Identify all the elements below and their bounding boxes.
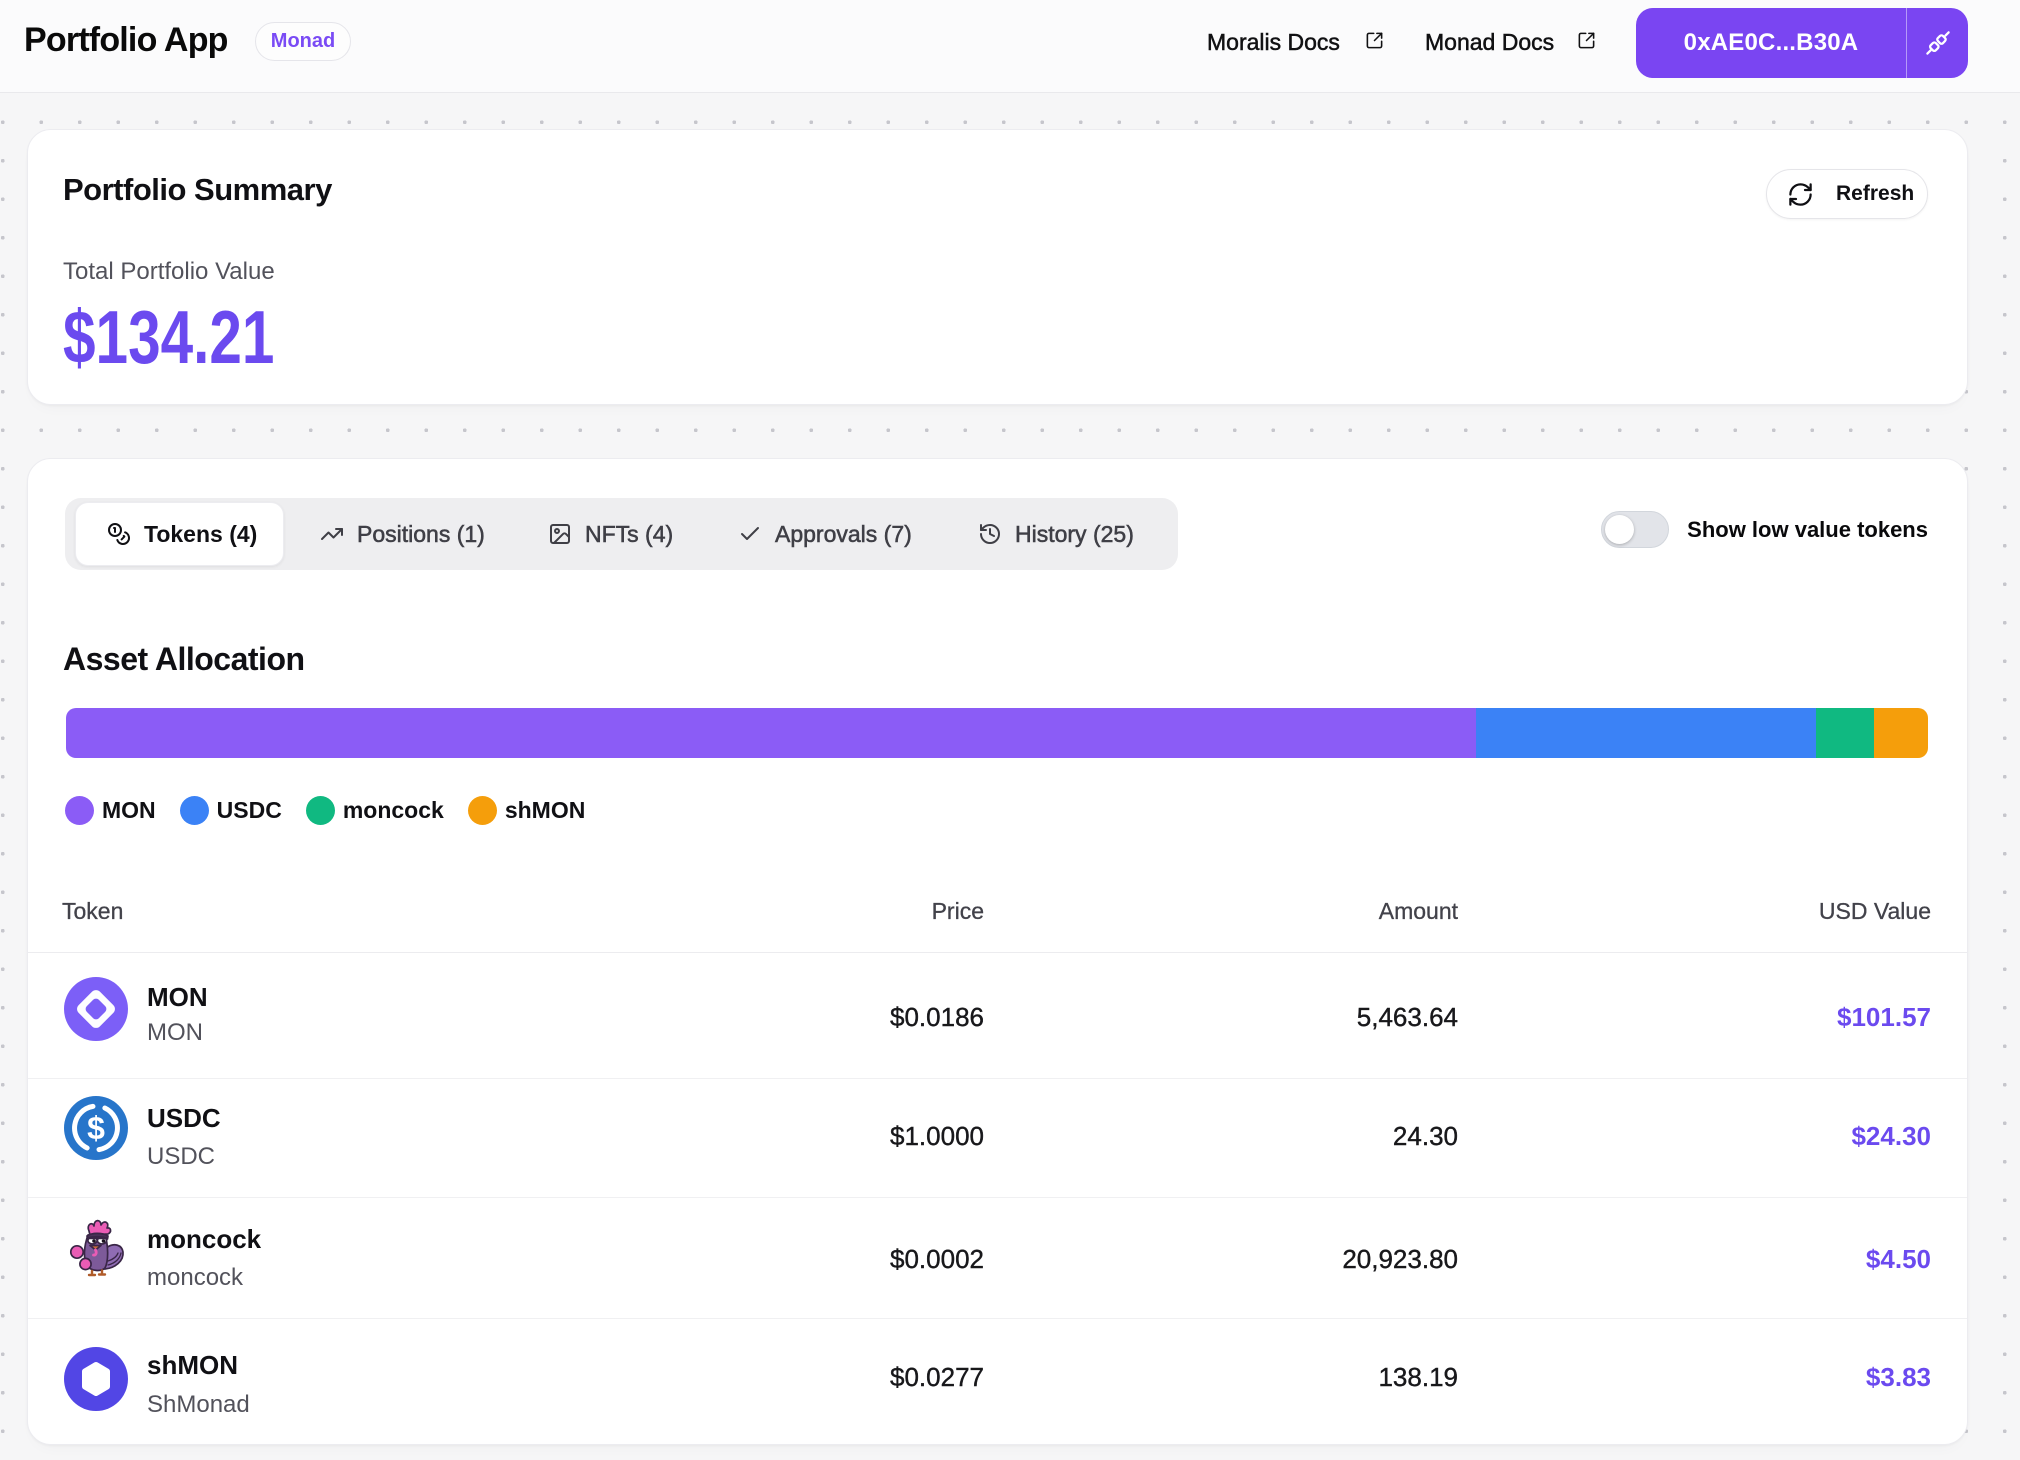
svg-text:$: $ xyxy=(87,1110,105,1146)
